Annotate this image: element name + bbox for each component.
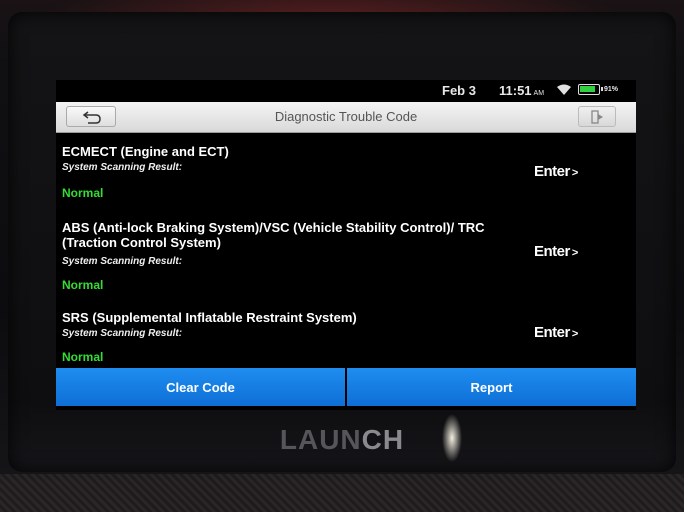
device-screen: Feb 3 11:51 AM 91% Diagnostic Trouble Cod… bbox=[56, 80, 636, 410]
system-item: ECMECT (Engine and ECT) System Scanning … bbox=[56, 144, 636, 204]
system-scan-label: System Scanning Result: bbox=[62, 328, 183, 339]
enter-button[interactable]: Enter > bbox=[534, 324, 578, 341]
light-reflection bbox=[440, 412, 464, 464]
exit-icon bbox=[591, 110, 603, 124]
page-title: Diagnostic Trouble Code bbox=[274, 109, 418, 124]
exit-button[interactable] bbox=[578, 106, 616, 127]
enter-button[interactable]: Enter > bbox=[534, 163, 578, 180]
report-button[interactable]: Report bbox=[347, 368, 636, 406]
clear-code-button[interactable]: Clear Code bbox=[56, 368, 345, 406]
battery-fill bbox=[580, 86, 595, 92]
status-bar: Feb 3 11:51 AM 91% bbox=[56, 80, 636, 100]
table-surface bbox=[0, 474, 684, 512]
system-name: SRS (Supplemental Inflatable Restraint S… bbox=[62, 310, 357, 325]
chevron-right-icon: > bbox=[571, 247, 578, 259]
system-scan-label: System Scanning Result: bbox=[62, 256, 183, 267]
system-item: ABS (Anti-lock Braking System)/VSC (Vehi… bbox=[56, 220, 636, 294]
battery-icon bbox=[578, 84, 603, 95]
system-scan-result: Normal bbox=[62, 186, 104, 200]
chevron-right-icon: > bbox=[571, 167, 578, 179]
status-time: 11:51 AM bbox=[499, 83, 545, 98]
status-date: Feb 3 bbox=[442, 83, 476, 98]
system-scan-result: Normal bbox=[62, 278, 104, 292]
title-bar: Diagnostic Trouble Code bbox=[56, 102, 636, 133]
action-bar: Clear Code Report bbox=[56, 368, 636, 406]
enter-button[interactable]: Enter > bbox=[534, 243, 578, 260]
system-item: SRS (Supplemental Inflatable Restraint S… bbox=[56, 310, 636, 366]
system-scan-label: System Scanning Result: bbox=[62, 162, 183, 173]
status-ampm: AM bbox=[533, 90, 545, 97]
wifi-icon bbox=[557, 84, 571, 95]
brand-logo: LAUNCH bbox=[279, 424, 405, 455]
system-name: ABS (Anti-lock Braking System)/VSC (Vehi… bbox=[62, 220, 485, 250]
system-scan-result: Normal bbox=[62, 350, 104, 364]
chevron-right-icon: > bbox=[571, 328, 578, 340]
battery-percent: 91% bbox=[604, 86, 619, 93]
system-name: ECMECT (Engine and ECT) bbox=[62, 144, 229, 159]
